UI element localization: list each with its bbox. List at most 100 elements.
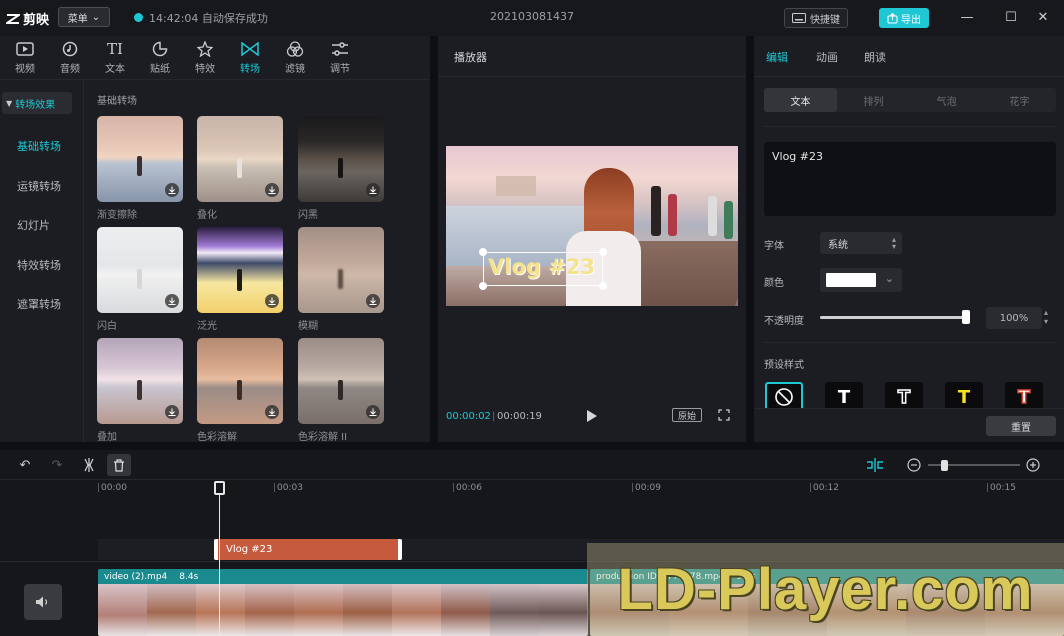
autosave-indicator-icon	[134, 13, 143, 22]
opacity-label: 不透明度	[764, 316, 804, 327]
category-item-camera[interactable]: 运镜转场	[17, 178, 61, 194]
tab-edit[interactable]: 编辑	[766, 49, 788, 65]
tab-filter[interactable]: 滤镜	[275, 36, 315, 80]
tab-effects[interactable]: 特效	[185, 36, 225, 80]
transition-card[interactable]: 色彩溶解 II	[298, 338, 384, 443]
download-icon[interactable]	[366, 183, 380, 197]
download-icon[interactable]	[265, 183, 279, 197]
playhead[interactable]	[219, 488, 220, 636]
zoom-out-icon[interactable]	[905, 457, 923, 473]
download-icon[interactable]	[165, 294, 179, 308]
transition-thumbnail	[298, 116, 384, 202]
trash-icon	[114, 458, 124, 472]
video-clip[interactable]: video (2).mp4 8.4s	[98, 569, 588, 636]
transition-thumbnail	[97, 116, 183, 202]
aspect-ratio-button[interactable]: 原始	[672, 408, 702, 422]
preset-style-label: 预设样式	[764, 360, 804, 371]
opacity-input[interactable]: 100%	[986, 307, 1042, 329]
subtab-bubble[interactable]: 气泡	[910, 88, 983, 112]
fullscreen-icon[interactable]	[718, 409, 730, 424]
stepper-icon[interactable]: ▴ ▾	[1044, 308, 1048, 326]
delete-button[interactable]	[107, 454, 131, 476]
track-mute-button[interactable]	[24, 584, 62, 620]
play-icon[interactable]	[586, 409, 598, 426]
export-button[interactable]: 导出	[879, 8, 929, 28]
opacity-slider[interactable]	[820, 316, 968, 319]
ruler-label: 00:15	[990, 483, 1016, 493]
menu-button[interactable]: 菜单 ⌄	[58, 7, 110, 27]
tab-adjust[interactable]: 调节	[320, 36, 360, 80]
transition-label: 闪白	[97, 321, 117, 332]
maximize-icon[interactable]: ☐	[999, 6, 1023, 28]
category-item-mask[interactable]: 遮罩转场	[17, 296, 61, 312]
effects-icon	[197, 41, 213, 57]
tab-label: 视频	[15, 64, 35, 75]
font-select[interactable]: 系统 ▴ ▾	[820, 232, 902, 254]
tab-audio[interactable]: 音频	[50, 36, 90, 80]
tab-text[interactable]: TI 文本	[95, 36, 135, 80]
split-icon[interactable]	[80, 457, 98, 473]
transition-card[interactable]: 闪黑	[298, 116, 384, 221]
minimize-icon[interactable]: —	[955, 6, 979, 28]
download-icon[interactable]	[366, 294, 380, 308]
shortcut-label: 快捷键	[810, 14, 840, 26]
subtab-text[interactable]: 文本	[764, 88, 837, 112]
transition-label: 叠加	[97, 432, 117, 443]
color-select[interactable]: ⌄	[820, 268, 902, 292]
clip-trim-handle[interactable]	[398, 539, 402, 560]
download-icon[interactable]	[165, 183, 179, 197]
download-icon[interactable]	[165, 405, 179, 419]
tab-animation[interactable]: 动画	[816, 49, 838, 65]
subtab-arrange[interactable]: 排列	[837, 88, 910, 112]
category-header[interactable]: ▼ 转场效果	[2, 92, 72, 114]
category-item-slideshow[interactable]: 幻灯片	[17, 217, 50, 233]
opacity-slider-handle[interactable]	[962, 310, 970, 324]
filter-icon	[286, 41, 304, 57]
player-title: 播放器	[454, 51, 487, 64]
transition-label: 闪黑	[298, 210, 318, 221]
ruler-label: 00:06	[456, 483, 482, 493]
zoom-slider-handle[interactable]	[940, 460, 948, 471]
reset-button[interactable]: 重置	[986, 416, 1056, 436]
subtab-fancy-text[interactable]: 花字	[983, 88, 1056, 112]
transition-card[interactable]: 模糊	[298, 227, 384, 332]
transition-card[interactable]: 叠加	[97, 338, 183, 443]
caption-text[interactable]: Vlog #23	[488, 255, 595, 279]
transition-card[interactable]: 泛光	[197, 227, 283, 332]
close-icon[interactable]: ✕	[1031, 6, 1055, 28]
transition-label: 色彩溶解 II	[298, 432, 348, 443]
transition-label: 渐变擦除	[97, 210, 137, 221]
shortcut-button[interactable]: 快捷键	[784, 8, 848, 28]
speaker-icon	[36, 596, 48, 608]
redo-icon[interactable]: ↷	[48, 457, 66, 473]
snap-icon[interactable]	[866, 457, 884, 473]
transition-card[interactable]: 闪白	[97, 227, 183, 332]
tab-transition[interactable]: 转场	[230, 36, 270, 80]
video-preview[interactable]: Vlog #23	[446, 146, 738, 306]
zoom-in-icon[interactable]	[1024, 457, 1042, 473]
download-icon[interactable]	[366, 405, 380, 419]
tab-read-aloud[interactable]: 朗读	[864, 49, 886, 65]
tab-label: 调节	[330, 64, 350, 75]
tab-video[interactable]: 视频	[5, 36, 45, 80]
text-icon: TI	[107, 40, 123, 58]
ruler-tick	[274, 483, 275, 492]
text-content-field[interactable]: Vlog #23	[764, 142, 1056, 216]
text-clip[interactable]: Vlog #23	[214, 539, 402, 560]
download-icon[interactable]	[265, 294, 279, 308]
keyboard-icon	[792, 13, 806, 23]
clip-trim-handle[interactable]	[214, 539, 218, 560]
transition-label: 模糊	[298, 321, 318, 332]
category-item-basic[interactable]: 基础转场	[17, 138, 61, 154]
playhead-handle[interactable]	[214, 481, 225, 495]
undo-icon[interactable]: ↶	[16, 457, 34, 473]
sticker-icon	[152, 41, 168, 57]
tab-sticker[interactable]: 贴纸	[140, 36, 180, 80]
transition-card[interactable]: 色彩溶解	[197, 338, 283, 443]
category-header-label: 转场效果	[15, 99, 56, 111]
category-item-effects[interactable]: 特效转场	[17, 257, 61, 273]
download-icon[interactable]	[265, 405, 279, 419]
transition-card[interactable]: 叠化	[197, 116, 283, 221]
transition-card[interactable]: 渐变擦除	[97, 116, 183, 221]
tab-label: 文本	[105, 64, 125, 75]
